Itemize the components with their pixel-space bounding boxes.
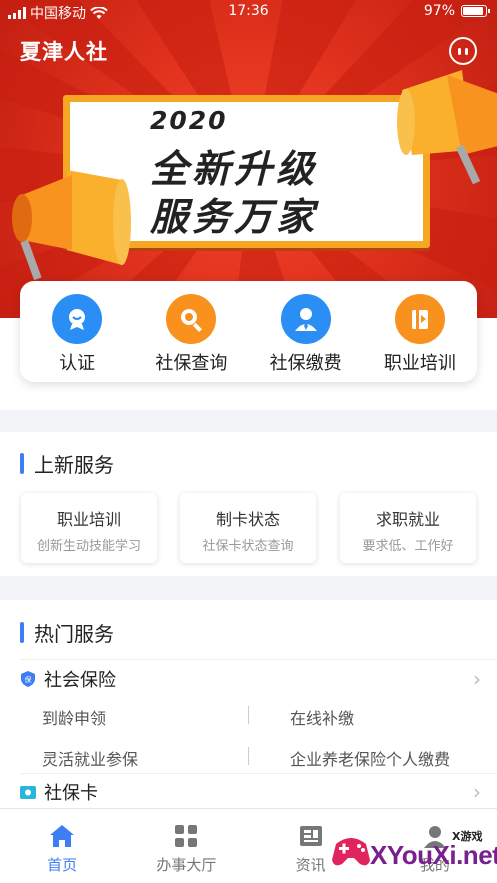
clock: 17:36 [228, 3, 269, 19]
svg-text:保: 保 [25, 675, 32, 684]
shield-icon: 保 [20, 671, 36, 687]
quick-action-label: 社保缴费 [269, 353, 342, 374]
tab-label: 办事大厅 [156, 856, 217, 874]
card-subtitle: 创新生动技能学习 [36, 539, 141, 554]
gamepad-logo-icon [332, 838, 370, 866]
tab-service-hall[interactable]: 办事大厅 [124, 809, 248, 883]
divider [248, 747, 249, 765]
service-item[interactable]: 在线补缴 [290, 705, 354, 729]
banner-line1: 全新升级 [150, 147, 319, 191]
quick-action-label: 职业培训 [383, 353, 456, 374]
section-title-new-services: 上新服务 [20, 449, 114, 478]
card-title: 职业培训 [56, 510, 121, 529]
news-icon [298, 823, 324, 849]
chevron-right-icon: › [473, 667, 481, 691]
quick-action-social-security-query[interactable]: 社保查询 [134, 281, 248, 382]
quick-action-certification[interactable]: 认证 [20, 281, 134, 382]
service-item[interactable]: 灵活就业参保 [42, 746, 138, 770]
megaphone-right-icon [397, 70, 497, 185]
banner-year: 2020 [150, 106, 228, 135]
new-service-card[interactable]: 职业培训 创新生动技能学习 [21, 493, 157, 563]
new-service-card[interactable]: 制卡状态 社保卡状态查询 [180, 493, 316, 563]
tab-label: 资讯 [295, 856, 326, 874]
watermark-label: X游戏 [452, 830, 483, 843]
grid-icon [173, 823, 199, 849]
quick-action-vocational-training[interactable]: 职业培训 [363, 281, 477, 382]
battery-percent: 97% [423, 3, 455, 19]
section-title-hot-services: 热门服务 [20, 618, 114, 647]
group-title: 社会保险 [44, 670, 116, 691]
person-payment-icon [280, 294, 331, 344]
service-group-social-insurance[interactable]: 保 社会保险 › [20, 664, 497, 694]
card-subtitle: 要求低、工作好 [362, 539, 454, 554]
chevron-right-icon: › [473, 780, 481, 804]
card-subtitle: 社保卡状态查询 [202, 539, 294, 554]
training-book-icon [394, 294, 445, 344]
home-icon [49, 823, 75, 849]
divider [248, 706, 249, 724]
divider [20, 659, 497, 660]
app-title: 夏津人社 [20, 40, 108, 64]
megaphone-left-icon [12, 170, 131, 281]
new-service-card[interactable]: 求职就业 要求低、工作好 [340, 493, 476, 563]
service-group-social-security-card[interactable]: 社保卡 › [20, 777, 497, 807]
quick-actions: 认证 社保查询 社保缴费 职业培训 [20, 281, 477, 382]
group-title: 社保卡 [44, 783, 98, 804]
certification-icon [52, 294, 103, 344]
tab-home[interactable]: 首页 [0, 809, 124, 883]
card-title: 求职就业 [375, 510, 440, 529]
card-title: 制卡状态 [215, 510, 280, 529]
divider [20, 773, 497, 774]
quick-action-label: 社保查询 [155, 353, 228, 374]
watermark-site: XYouXi.net [370, 840, 497, 870]
quick-action-social-security-payment[interactable]: 社保缴费 [249, 281, 363, 382]
watermark: XYouXi.net X游戏 [330, 822, 497, 878]
card-icon [20, 784, 36, 800]
battery-icon [461, 5, 490, 17]
banner-line2: 服务万家 [150, 195, 319, 239]
service-item[interactable]: 企业养老保险个人缴费 [290, 746, 450, 770]
quick-action-label: 认证 [59, 353, 96, 374]
tab-label: 首页 [47, 856, 78, 874]
search-icon [166, 294, 217, 344]
service-item[interactable]: 到龄申领 [42, 705, 106, 729]
status-bar: 中国移动 17:36 97% [0, 0, 497, 24]
